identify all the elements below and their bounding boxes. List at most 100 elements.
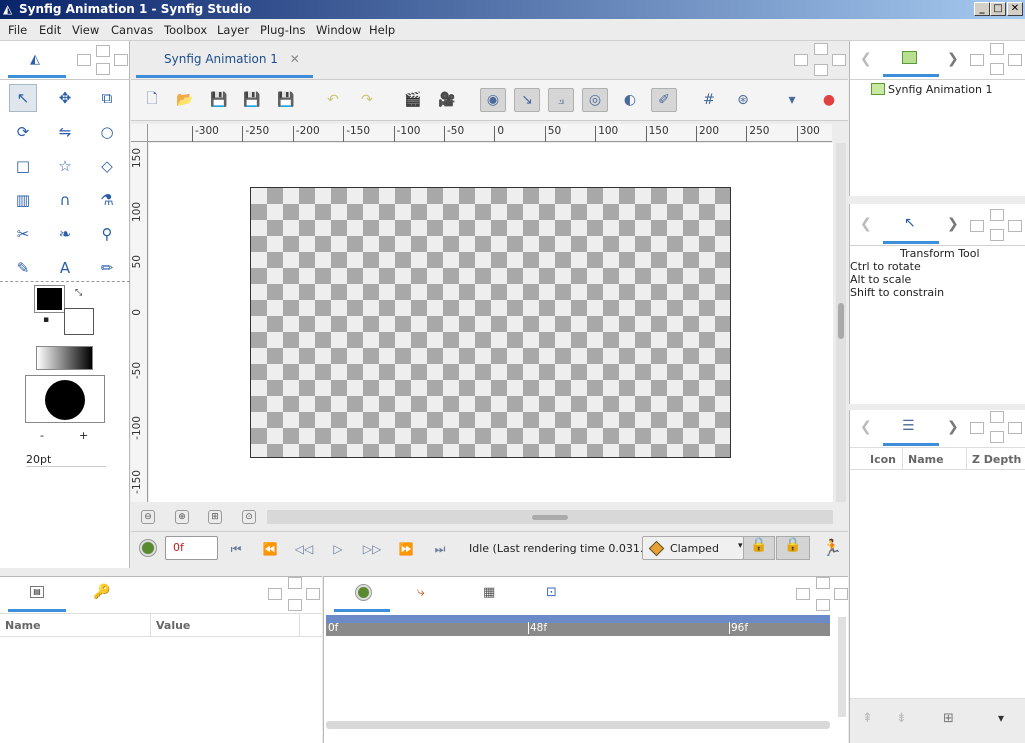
past-keyframes-lock-icon[interactable]: 🔒 bbox=[743, 536, 775, 560]
preview-icon[interactable]: 🎥 bbox=[434, 88, 460, 112]
eyedrop-tool-icon[interactable]: ⚲ bbox=[93, 220, 121, 248]
toolbox-tab-icon[interactable]: ◭ bbox=[30, 52, 40, 67]
brush-size-decrease[interactable]: - bbox=[40, 429, 44, 442]
gradient-tool-icon[interactable]: ▥ bbox=[9, 186, 37, 214]
spline-tool-icon[interactable]: ∩ bbox=[51, 186, 79, 214]
zoom-in-icon[interactable]: ⊕ bbox=[175, 510, 189, 524]
toolbar-menu-icon[interactable]: ▾ bbox=[779, 88, 805, 112]
zoom-out-icon[interactable]: ⊖ bbox=[141, 510, 155, 524]
menu-file[interactable]: File bbox=[8, 23, 27, 37]
layers-col-zdepth[interactable]: Z Depth bbox=[972, 453, 1021, 466]
onion-skin-icon[interactable]: ◐ bbox=[617, 88, 643, 112]
star-tool-icon[interactable]: ☆ bbox=[51, 152, 79, 180]
layers-col-name[interactable]: Name bbox=[908, 453, 944, 466]
menu-window[interactable]: Window bbox=[316, 23, 361, 37]
params-tab-icon[interactable]: ▤ bbox=[30, 586, 44, 598]
save-as-icon[interactable]: 💾 bbox=[239, 88, 265, 112]
save-all-icon[interactable]: 💾 bbox=[273, 88, 299, 112]
time-range-bar[interactable] bbox=[326, 615, 830, 623]
minimize-button[interactable]: _ bbox=[974, 2, 990, 16]
timetrack-vscroll[interactable] bbox=[838, 617, 846, 717]
horizontal-scrollbar[interactable] bbox=[267, 510, 833, 524]
tool-options-tab-icon[interactable]: ↖ bbox=[904, 215, 916, 231]
brush-size-increase[interactable]: + bbox=[79, 429, 88, 442]
time-ruler[interactable]: 0f 48f 96f bbox=[326, 622, 830, 636]
raise-layer-icon[interactable]: ⇞ bbox=[862, 711, 873, 726]
menu-edit[interactable]: Edit bbox=[39, 23, 61, 37]
sound-tab-icon[interactable]: ⊡ bbox=[546, 585, 557, 600]
rectangle-tool-icon[interactable]: □ bbox=[9, 152, 37, 180]
menu-toolbox[interactable]: Toolbox bbox=[164, 23, 207, 37]
show-width-handles-icon[interactable]: ⟓ bbox=[548, 88, 574, 112]
current-frame-field[interactable]: 0f bbox=[165, 536, 218, 560]
timetrack-tab-icon[interactable] bbox=[355, 584, 372, 601]
layers-tab-icon[interactable]: ☰ bbox=[902, 418, 915, 434]
snap-grid-icon[interactable]: ⊛ bbox=[730, 88, 756, 112]
fill-tool-icon[interactable]: ⚗ bbox=[93, 186, 121, 214]
nav-back-icon[interactable]: ❮ bbox=[860, 51, 872, 67]
brush-preview[interactable] bbox=[25, 375, 105, 423]
undo-icon[interactable]: ↶ bbox=[320, 88, 346, 112]
text-tool-icon[interactable]: A bbox=[51, 254, 79, 282]
document-tab-close-icon[interactable]: ✕ bbox=[290, 52, 300, 66]
lower-layer-icon[interactable]: ⇟ bbox=[896, 711, 907, 726]
nav-back-icon[interactable]: ❮ bbox=[860, 419, 872, 435]
draw-tool-icon[interactable]: ✎ bbox=[9, 254, 37, 282]
cutout-tool-icon[interactable]: ✂ bbox=[9, 220, 37, 248]
show-position-handles-icon[interactable]: ◉ bbox=[480, 88, 506, 112]
transform-tool-icon[interactable]: ↖ bbox=[9, 84, 37, 112]
render-icon[interactable]: 🎬 bbox=[400, 88, 426, 112]
animation-mode-figure-icon[interactable]: 🏃 bbox=[822, 538, 842, 557]
show-radius-handles-icon[interactable]: ◎ bbox=[582, 88, 608, 112]
menu-canvas[interactable]: Canvas bbox=[111, 23, 153, 37]
seek-begin-icon[interactable]: ⏮ bbox=[226, 540, 246, 558]
seek-prev-frame-icon[interactable]: ◁◁ bbox=[294, 540, 314, 558]
seek-next-frame-icon[interactable]: ▷▷ bbox=[362, 540, 382, 558]
smooth-move-tool-icon[interactable]: ✥ bbox=[51, 84, 79, 112]
swap-colors-icon[interactable]: ⤡ bbox=[75, 288, 82, 298]
new-file-icon[interactable]: 🗋 bbox=[139, 88, 165, 112]
canvas-browser-item[interactable]: Synfig Animation 1 bbox=[888, 83, 992, 96]
maximize-button[interactable]: □ bbox=[990, 2, 1006, 16]
menu-view[interactable]: View bbox=[72, 23, 99, 37]
sketch-tool-icon[interactable]: ✏ bbox=[93, 254, 121, 282]
grid-icon[interactable]: # bbox=[696, 88, 722, 112]
outline-color-swatch[interactable] bbox=[34, 285, 65, 313]
nav-forward-icon[interactable]: ❯ bbox=[947, 51, 959, 67]
menu-plugins[interactable]: Plug-Ins bbox=[260, 23, 306, 37]
document-tab[interactable]: Synfig Animation 1 ✕ bbox=[164, 52, 300, 66]
scale-tool-icon[interactable]: ⧉ bbox=[93, 84, 121, 112]
play-icon[interactable]: ▷ bbox=[328, 540, 348, 558]
curves-tab-icon[interactable]: ⤷ bbox=[417, 584, 425, 600]
interpolation-dropdown[interactable]: Clamped ▾ bbox=[642, 536, 744, 560]
open-file-icon[interactable]: 📂 bbox=[172, 88, 198, 112]
layers-col-icon[interactable]: Icon bbox=[870, 453, 896, 466]
seek-prev-keyframe-icon[interactable]: ⏪ bbox=[260, 540, 280, 558]
polygon-tool-icon[interactable]: ◇ bbox=[93, 152, 121, 180]
close-button[interactable]: ✕ bbox=[1007, 2, 1023, 16]
future-keyframes-lock-icon[interactable]: 🔒 bbox=[776, 536, 810, 560]
mirror-tool-icon[interactable]: ⇋ bbox=[51, 118, 79, 146]
params-col-name[interactable]: Name bbox=[5, 619, 41, 632]
keyframes-tab-icon[interactable]: ▦ bbox=[483, 585, 495, 600]
nav-forward-icon[interactable]: ❯ bbox=[947, 216, 959, 232]
toggle-ducks-icon[interactable]: ✐ bbox=[651, 88, 677, 112]
zoom-100-icon[interactable]: ⊙ bbox=[242, 510, 256, 524]
circle-tool-icon[interactable]: ○ bbox=[93, 118, 121, 146]
vertical-scrollbar[interactable] bbox=[836, 143, 846, 502]
params-col-value[interactable]: Value bbox=[156, 619, 190, 632]
zoom-fit-icon[interactable]: ⊞ bbox=[208, 510, 222, 524]
library-tab-key-icon[interactable]: 🔑 bbox=[93, 584, 110, 600]
group-layer-icon[interactable]: ⊞ bbox=[943, 711, 954, 726]
seek-end-icon[interactable]: ⏭ bbox=[430, 540, 450, 558]
animation-mode-icon[interactable] bbox=[139, 539, 157, 557]
record-icon[interactable]: ● bbox=[816, 88, 842, 112]
nav-forward-icon[interactable]: ❯ bbox=[947, 419, 959, 435]
timetrack-hscroll[interactable] bbox=[326, 721, 830, 729]
nav-back-icon[interactable]: ❮ bbox=[860, 216, 872, 232]
rotate-tool-icon[interactable]: ⟳ bbox=[9, 118, 37, 146]
canvas-frame[interactable] bbox=[250, 187, 731, 458]
seek-next-keyframe-icon[interactable]: ⏩ bbox=[396, 540, 416, 558]
gradient-swatch[interactable] bbox=[36, 346, 93, 370]
canvas-browser-tab-icon[interactable] bbox=[902, 51, 917, 64]
